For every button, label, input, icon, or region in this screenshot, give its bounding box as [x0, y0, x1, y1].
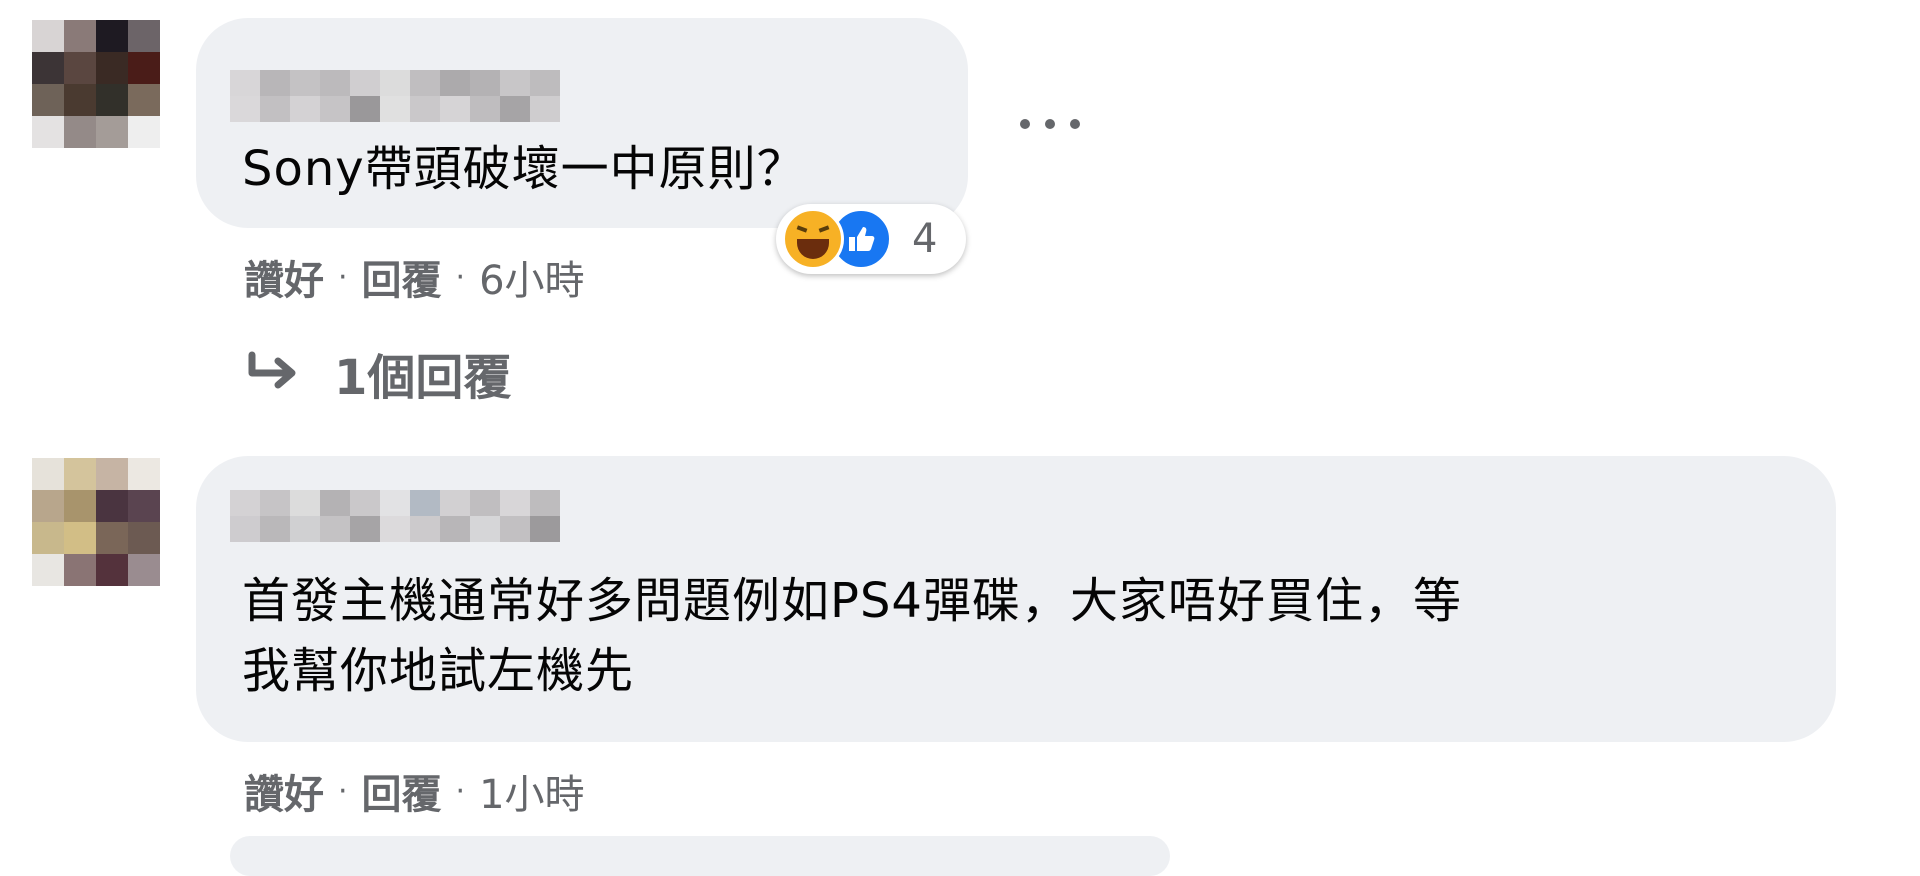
reaction-summary[interactable]: 4: [776, 204, 966, 274]
next-comment-bubble: [230, 836, 1170, 876]
more-options-button[interactable]: [1020, 104, 1080, 144]
comment-actions: 讚好 · 回覆 · 6小時: [244, 248, 585, 306]
commenter-avatar[interactable]: [32, 458, 160, 586]
reaction-count: 4: [912, 216, 938, 262]
dot-icon: [1045, 119, 1055, 129]
comment-text: 首發主機通常好多問題例如PS4彈碟，大家唔好買住，等 我幫你地試左機先: [242, 573, 1462, 699]
commenter-name-blurred[interactable]: [230, 70, 560, 122]
comment-actions: 讚好 · 回覆 · 1小時: [244, 762, 585, 820]
separator-dot: ·: [338, 259, 348, 295]
like-button[interactable]: 讚好: [244, 762, 324, 820]
commenter-name-blurred[interactable]: [230, 490, 560, 542]
separator-dot: ·: [338, 773, 348, 809]
commenter-avatar[interactable]: [32, 20, 160, 148]
haha-icon: [782, 208, 844, 270]
separator-dot: ·: [455, 773, 466, 809]
dot-icon: [1070, 119, 1080, 129]
separator-dot: ·: [455, 259, 466, 295]
like-button[interactable]: 讚好: [244, 248, 324, 306]
reply-button[interactable]: 回覆: [362, 762, 442, 820]
comment-text: Sony帶頭破壞一中原則？: [242, 141, 806, 197]
reply-arrow-icon: [248, 351, 296, 389]
view-replies-link[interactable]: 1個回覆: [246, 338, 511, 408]
reply-button[interactable]: 回覆: [362, 248, 442, 306]
comment-timestamp[interactable]: 1小時: [479, 762, 584, 820]
comment-timestamp[interactable]: 6小時: [479, 248, 584, 306]
replies-count-label: 1個回覆: [334, 350, 512, 406]
dot-icon: [1020, 119, 1030, 129]
